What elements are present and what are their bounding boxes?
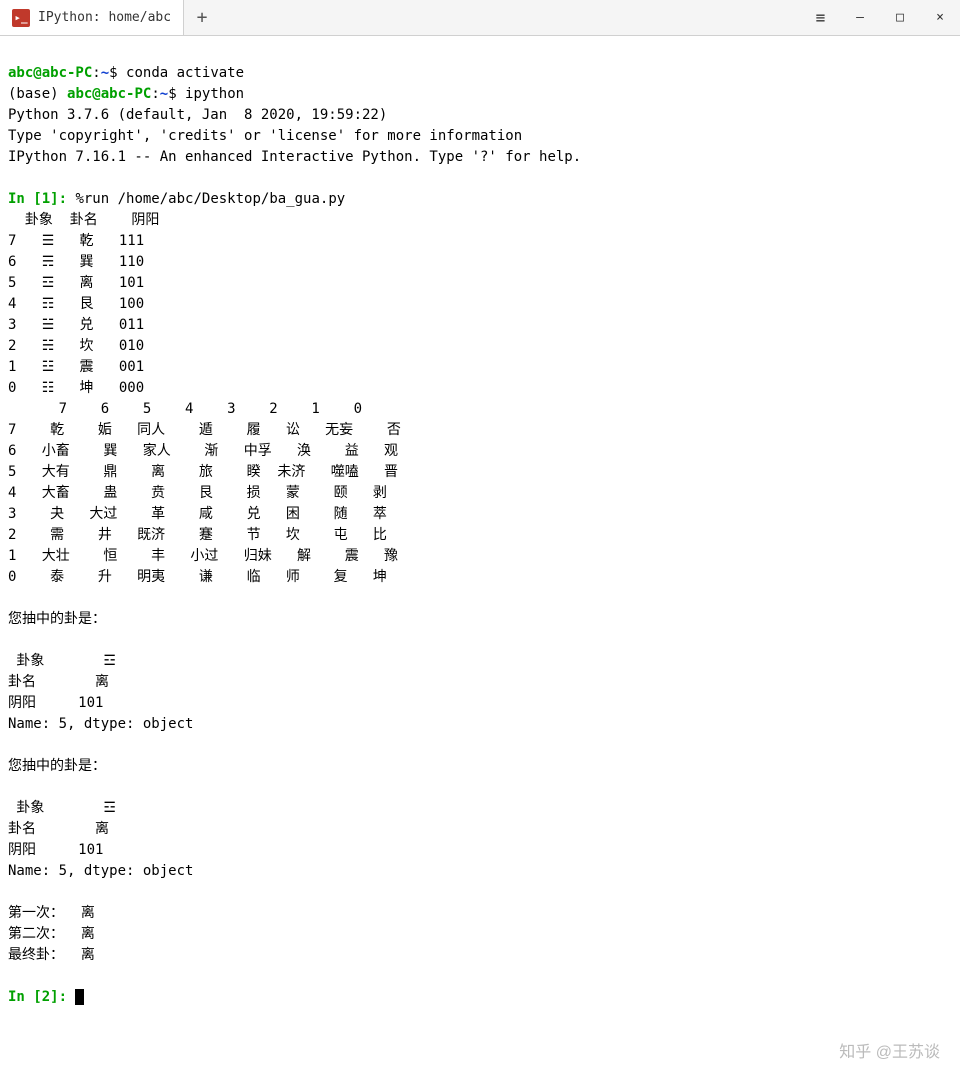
table1-row: 0 ☷ 坤 000: [8, 380, 144, 396]
final-gua: 最终卦： 离: [8, 947, 95, 963]
table1-row: 6 ☴ 巽 110: [8, 254, 144, 270]
new-tab-button[interactable]: +: [184, 0, 220, 35]
table1-row: 3 ☱ 兑 011: [8, 317, 144, 333]
prompt-prefix: (base): [8, 86, 67, 102]
result-yinyang-2: 阴阳 101: [8, 842, 103, 858]
terminal-output[interactable]: abc@abc-PC:~$ conda activate (base) abc@…: [0, 36, 960, 1014]
terminal-icon: ▸_: [12, 9, 30, 27]
prompt-path-2: ~: [160, 86, 168, 102]
in-prompt-2: In [2]:: [8, 989, 75, 1005]
second-draw: 第二次： 离: [8, 926, 95, 942]
table2-row: 2 需 井 既济 蹇 节 坎 屯 比: [8, 527, 387, 543]
table2-row: 0 泰 升 明夷 谦 临 师 复 坤: [8, 569, 387, 585]
table1-row: 7 ☰ 乾 111: [8, 233, 144, 249]
table1-row: 1 ☳ 震 001: [8, 359, 144, 375]
maximize-button[interactable]: □: [880, 0, 920, 36]
titlebar-spacer: [220, 0, 800, 35]
titlebar: ▸_ IPython: home/abc + ≡ — □ ×: [0, 0, 960, 36]
table2-row: 4 大畜 蛊 贲 艮 损 蒙 颐 剥: [8, 485, 387, 501]
result-guaxiang-1: 卦象 ☲: [8, 653, 116, 669]
result-name-1: Name: 5, dtype: object: [8, 716, 193, 732]
prompt-user-2: abc@abc-PC: [67, 86, 151, 102]
in-prompt-1: In [1]:: [8, 191, 75, 207]
table2-header: 7 6 5 4 3 2 1 0: [8, 401, 362, 417]
table2-row: 5 大有 鼎 离 旅 睽 未济 噬嗑 晋: [8, 464, 398, 480]
result-guaming-1: 卦名 离: [8, 674, 109, 690]
draw-label-1: 您抽中的卦是：: [8, 611, 106, 627]
cursor: [75, 989, 84, 1005]
window-controls: ≡ — □ ×: [800, 0, 960, 35]
prompt-sep-2: :: [151, 86, 159, 102]
table1-row: 5 ☲ 离 101: [8, 275, 144, 291]
table1-row: 2 ☵ 坎 010: [8, 338, 144, 354]
prompt-path: ~: [101, 65, 109, 81]
banner-line-2: Type 'copyright', 'credits' or 'license'…: [8, 128, 522, 144]
draw-label-2: 您抽中的卦是：: [8, 758, 106, 774]
prompt-sep: :: [92, 65, 100, 81]
menu-button[interactable]: ≡: [800, 0, 840, 36]
table2-row: 1 大壮 恒 丰 小过 归妹 解 震 豫: [8, 548, 398, 564]
result-name-2: Name: 5, dtype: object: [8, 863, 193, 879]
table2-row: 7 乾 姤 同人 遁 履 讼 无妄 否: [8, 422, 401, 438]
banner-line-3: IPython 7.16.1 -- An enhanced Interactiv…: [8, 149, 581, 165]
in-command-1: %run /home/abc/Desktop/ba_gua.py: [75, 191, 345, 207]
result-guaming-2: 卦名 离: [8, 821, 109, 837]
table1-header: 卦象 卦名 阴阳: [8, 212, 159, 228]
prompt-user: abc@abc-PC: [8, 65, 92, 81]
first-draw: 第一次： 离: [8, 905, 95, 921]
table1-row: 4 ☶ 艮 100: [8, 296, 144, 312]
table2-row: 3 夬 大过 革 咸 兑 困 随 萃: [8, 506, 387, 522]
tab-title: IPython: home/abc: [38, 10, 171, 25]
command-1: conda activate: [126, 65, 244, 81]
prompt-dollar: $: [109, 65, 126, 81]
watermark: 知乎 @王苏谈: [839, 1038, 940, 1062]
result-guaxiang-2: 卦象 ☲: [8, 800, 116, 816]
prompt-dollar-2: $: [168, 86, 185, 102]
minimize-button[interactable]: —: [840, 0, 880, 36]
tab-active[interactable]: ▸_ IPython: home/abc: [0, 0, 184, 35]
close-button[interactable]: ×: [920, 0, 960, 36]
table2-row: 6 小畜 巽 家人 渐 中孚 涣 益 观: [8, 443, 398, 459]
command-2: ipython: [185, 86, 244, 102]
banner-line-1: Python 3.7.6 (default, Jan 8 2020, 19:59…: [8, 107, 396, 123]
result-yinyang-1: 阴阳 101: [8, 695, 103, 711]
